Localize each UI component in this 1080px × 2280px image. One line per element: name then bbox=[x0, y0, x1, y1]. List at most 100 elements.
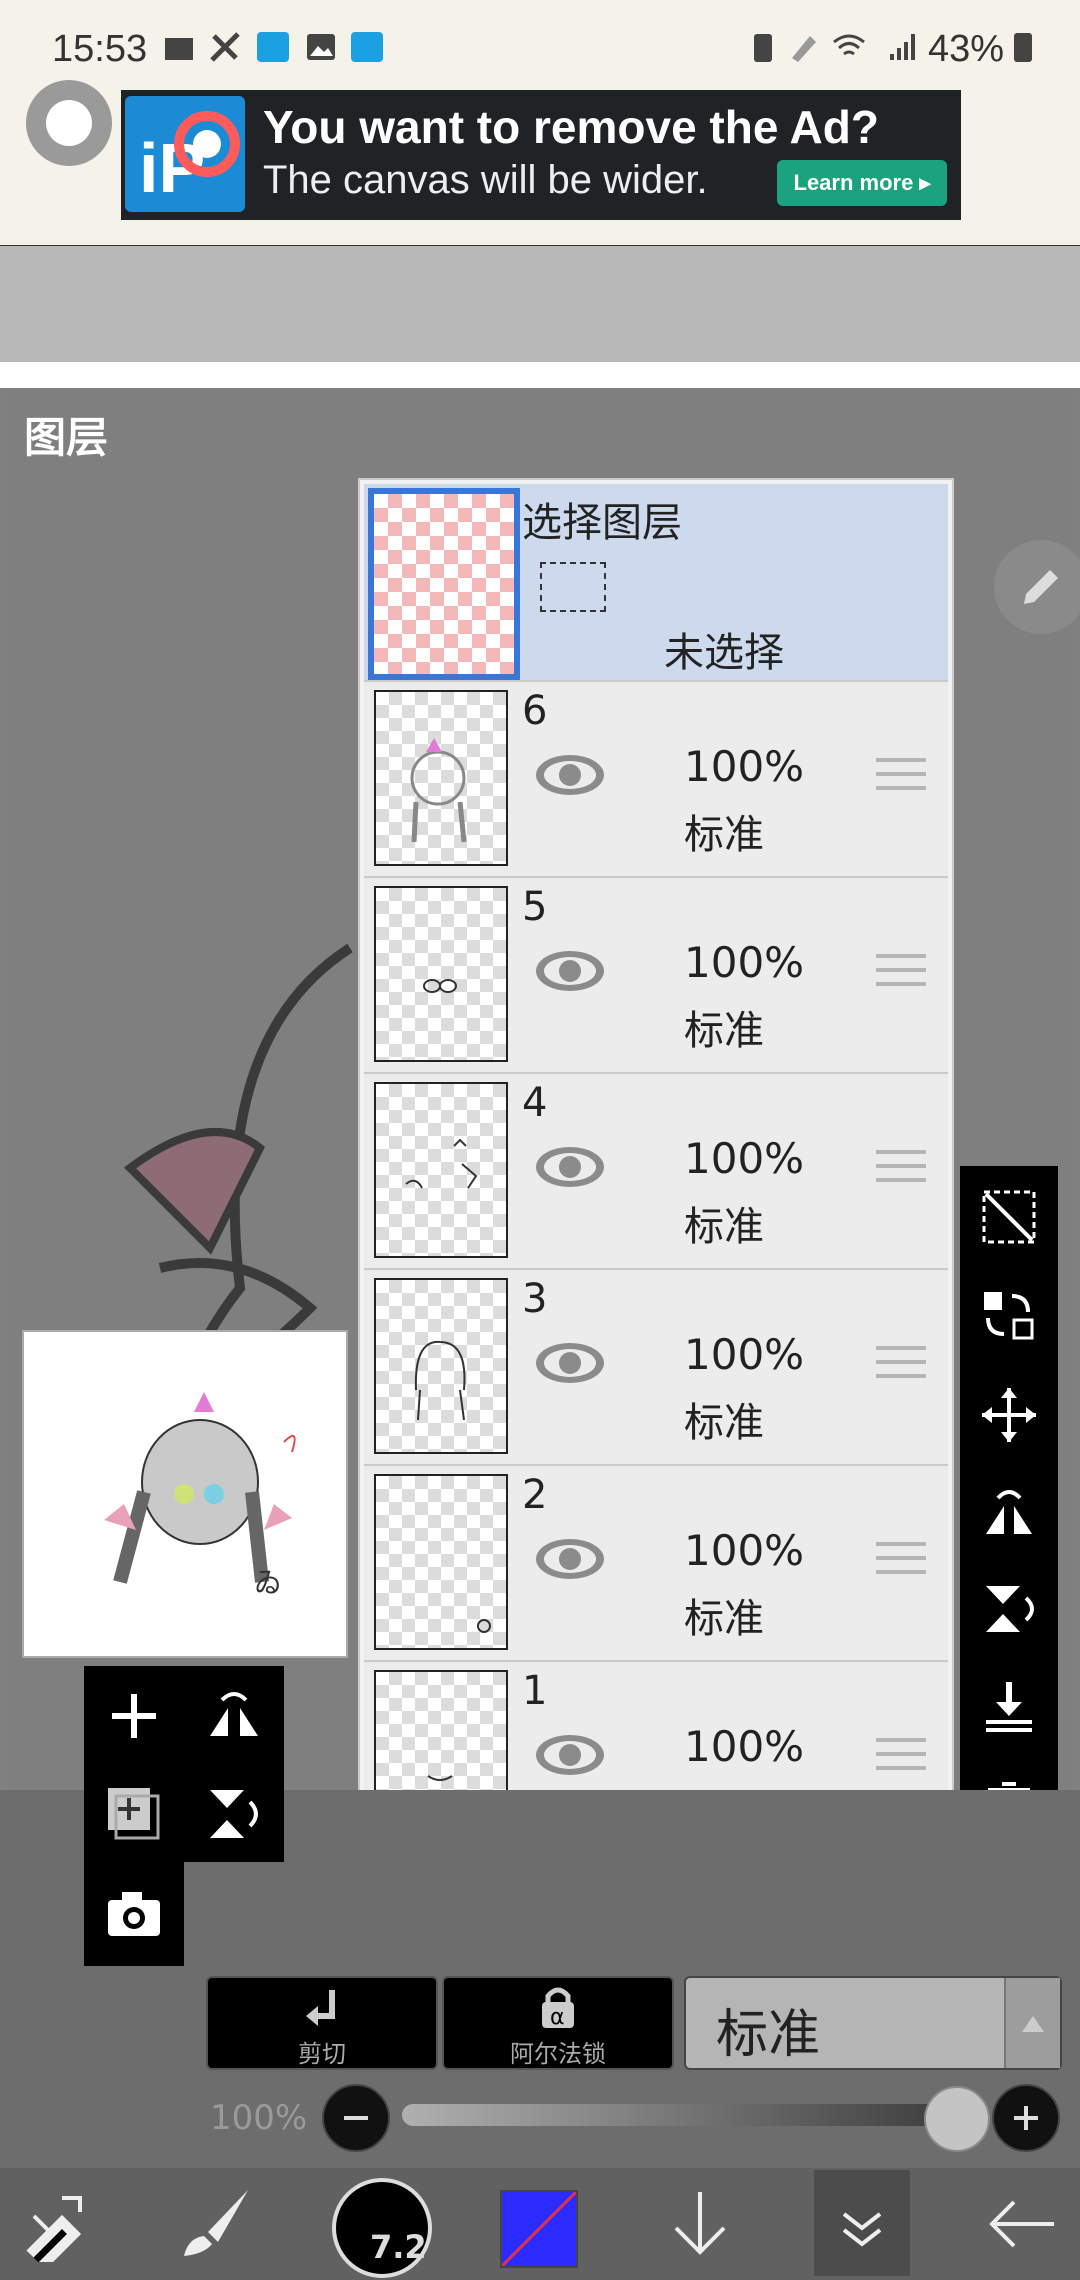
back-arrow-icon[interactable] bbox=[984, 2186, 1060, 2262]
drag-handle-icon[interactable] bbox=[876, 1542, 926, 1582]
layer-blend-mode: 标准 bbox=[684, 812, 764, 858]
eye-icon[interactable] bbox=[534, 1140, 606, 1194]
layer-blend-mode: 标准 bbox=[684, 1204, 764, 1250]
plus-icon bbox=[1014, 2106, 1038, 2130]
tool-swap-icon[interactable] bbox=[22, 2186, 98, 2262]
eye-icon[interactable] bbox=[534, 1728, 606, 1782]
selection-status: 未选择 bbox=[664, 630, 784, 676]
drag-handle-icon[interactable] bbox=[876, 758, 926, 798]
layer-row[interactable]: 5 100% 标准 bbox=[364, 876, 948, 1072]
layer-row[interactable]: 2 100% 标准 bbox=[364, 1464, 948, 1660]
layers-nav-button[interactable] bbox=[814, 2170, 910, 2276]
layer-number: 1 bbox=[522, 1668, 548, 1714]
selection-layer[interactable]: 选择图层 未选择 bbox=[364, 484, 948, 680]
panel-title: 图层 bbox=[24, 413, 109, 462]
layer-number: 6 bbox=[522, 688, 548, 734]
triangle-up-icon bbox=[1022, 2016, 1044, 2032]
status-time: 15:53 bbox=[52, 28, 148, 70]
ibispaint-logo: iP bbox=[125, 96, 245, 212]
clip-arrow-icon bbox=[306, 1990, 335, 2026]
battery-saver-icon bbox=[754, 34, 772, 62]
canvas-top-area bbox=[0, 246, 1080, 362]
alpha-lock-button[interactable]: α 阿尔法锁 bbox=[442, 1976, 674, 2070]
selection-layer-thumbnail bbox=[368, 488, 520, 680]
pen-icon bbox=[792, 36, 816, 62]
blend-mode-dropdown[interactable] bbox=[1004, 1978, 1060, 2068]
layer-opacity: 100% bbox=[684, 1330, 805, 1379]
arrow-down-icon[interactable] bbox=[662, 2186, 738, 2262]
learn-more-button[interactable]: Learn more ▸ bbox=[777, 160, 947, 206]
clear-selection-icon[interactable] bbox=[980, 1188, 1038, 1246]
layer-thumbnail bbox=[374, 886, 508, 1062]
canvas-tools bbox=[84, 1666, 284, 1862]
battery-icon bbox=[1014, 33, 1032, 62]
layer-list: 选择图层 未选择 6 100% 标准 5 100% 标准 4 100% 标准 3… bbox=[358, 478, 954, 1966]
canvas-tools-camera bbox=[84, 1862, 184, 1966]
flip-vertical-icon[interactable] bbox=[980, 1580, 1038, 1638]
gallery-icon bbox=[307, 34, 335, 60]
layer-row[interactable]: 6 100% 标准 bbox=[364, 680, 948, 876]
layer-opacity: 100% bbox=[684, 1134, 805, 1183]
layer-row[interactable]: 4 100% 标准 bbox=[364, 1072, 948, 1268]
layer-row[interactable]: 3 100% 标准 bbox=[364, 1268, 948, 1464]
ad-subline: The canvas will be wider. bbox=[263, 158, 708, 202]
record-button[interactable] bbox=[26, 80, 112, 166]
brush-size-value: 7.2 bbox=[370, 2228, 427, 2266]
duplicate-layer-icon[interactable] bbox=[104, 1784, 164, 1844]
layer-swap-icon[interactable] bbox=[980, 1286, 1038, 1344]
clipping-label: 剪切 bbox=[298, 2040, 346, 2068]
add-layer-icon[interactable] bbox=[104, 1686, 164, 1746]
layer-thumbnail bbox=[374, 1278, 508, 1454]
alpha-lock-label: 阿尔法锁 bbox=[510, 2040, 606, 2068]
layer-opacity: 100% bbox=[684, 742, 805, 791]
clipping-button[interactable]: 剪切 bbox=[206, 1976, 438, 2070]
eye-icon[interactable] bbox=[534, 944, 606, 998]
notification-icon bbox=[165, 38, 193, 60]
layer-number: 5 bbox=[522, 884, 548, 930]
opacity-increase-button[interactable] bbox=[992, 2084, 1060, 2152]
svg-text:α: α bbox=[550, 2005, 565, 2030]
brush-icon[interactable] bbox=[178, 2184, 254, 2260]
layer-number: 3 bbox=[522, 1276, 548, 1322]
chevron-down-icon bbox=[842, 2212, 882, 2247]
flip-horizontal-icon[interactable] bbox=[204, 1686, 264, 1746]
wifi-icon bbox=[833, 34, 865, 56]
status-bar: 15:53 43% bbox=[0, 0, 1080, 90]
minus-icon bbox=[344, 2116, 368, 2120]
blend-mode-value: 标准 bbox=[716, 2005, 821, 2065]
ad-banner[interactable]: iP You want to remove the Ad? The canvas… bbox=[121, 90, 961, 220]
layer-opacity: 100% bbox=[684, 938, 805, 987]
camera-icon[interactable] bbox=[104, 1884, 164, 1944]
blend-mode-select[interactable]: 标准 bbox=[684, 1976, 1062, 2070]
edit-button[interactable] bbox=[994, 540, 1080, 634]
opacity-slider-handle[interactable] bbox=[924, 2086, 990, 2152]
brush-size-button[interactable]: 7.2 bbox=[332, 2178, 432, 2278]
eye-icon[interactable] bbox=[534, 1532, 606, 1586]
eye-icon[interactable] bbox=[534, 748, 606, 802]
drag-handle-icon[interactable] bbox=[876, 954, 926, 994]
selection-layer-title: 选择图层 bbox=[522, 500, 682, 546]
opacity-slider[interactable] bbox=[402, 2104, 962, 2126]
layer-thumbnail bbox=[374, 690, 508, 866]
drag-handle-icon[interactable] bbox=[876, 1738, 926, 1778]
layer-opacity-label: 100% bbox=[210, 2098, 308, 2138]
flip-vertical-icon[interactable] bbox=[204, 1784, 264, 1844]
signal-icon bbox=[890, 34, 915, 60]
layer-blend-mode: 标准 bbox=[684, 1008, 764, 1054]
opacity-decrease-button[interactable] bbox=[322, 2084, 390, 2152]
selection-icon bbox=[540, 562, 606, 612]
color-swatch[interactable] bbox=[500, 2190, 578, 2268]
battery-percent: 43% bbox=[927, 28, 1004, 70]
ad-headline: You want to remove the Ad? bbox=[263, 101, 879, 153]
pencil-icon bbox=[1024, 570, 1058, 604]
merge-down-icon[interactable] bbox=[980, 1678, 1038, 1736]
drag-handle-icon[interactable] bbox=[876, 1150, 926, 1190]
layer-blend-mode: 标准 bbox=[684, 1400, 764, 1446]
eye-icon[interactable] bbox=[534, 1336, 606, 1390]
layer-thumbnail bbox=[374, 1474, 508, 1650]
move-icon[interactable] bbox=[980, 1386, 1038, 1444]
layer-number: 4 bbox=[522, 1080, 548, 1126]
drag-handle-icon[interactable] bbox=[876, 1346, 926, 1386]
flip-horizontal-icon[interactable] bbox=[980, 1484, 1038, 1542]
canvas-preview[interactable]: ゐ bbox=[22, 1330, 348, 1658]
